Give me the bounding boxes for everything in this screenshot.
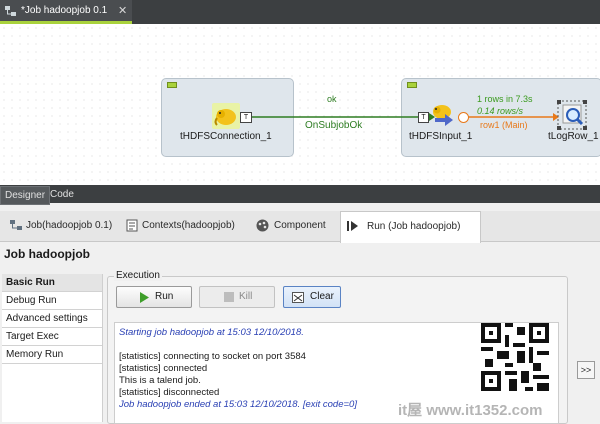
component-label: tHDFSInput_1 — [409, 131, 473, 142]
run-mode-menu: Basic Run Debug Run Advanced settings Ta… — [2, 274, 103, 422]
hadoop-elephant-icon — [212, 103, 240, 129]
tlogrow-component[interactable] — [557, 100, 587, 130]
row-stats-rate: 0.14 rows/s — [477, 106, 524, 116]
console-line: [statistics] connected — [119, 363, 208, 374]
designer-code-tabbar: Designer Code — [0, 185, 600, 205]
editor-tab-job[interactable]: *Job hadoopjob 0.1 ✕ — [0, 0, 132, 24]
tab-component[interactable]: Component — [254, 211, 326, 241]
tab-contexts[interactable]: Contexts(hadoopjob) — [124, 211, 235, 241]
trigger-port-icon[interactable]: T — [240, 112, 252, 123]
menu-item-basic-run[interactable]: Basic Run — [2, 274, 102, 292]
clear-console-icon — [292, 292, 304, 303]
trigger-port-icon[interactable]: T — [418, 112, 429, 123]
menu-item-debug-run[interactable]: Debug Run — [2, 292, 102, 310]
tab-label: Contexts(hadoopjob) — [142, 220, 235, 231]
tab-code[interactable]: Code — [46, 186, 78, 203]
component-label: tLogRow_1 — [548, 131, 599, 142]
editor-tab-bar: *Job hadoopjob 0.1 ✕ — [0, 0, 600, 24]
tab-run[interactable]: Run (Job hadoopjob) — [340, 211, 482, 243]
console-line: This is a talend job. — [119, 375, 201, 386]
editor-tab-title: *Job hadoopjob 0.1 — [21, 5, 108, 16]
site-watermark: it屋 www.it1352.com — [398, 402, 543, 419]
kill-button[interactable]: Kill — [199, 286, 275, 308]
trigger-label: ok — [327, 94, 337, 104]
thdfsinput-component[interactable]: T — [418, 102, 469, 130]
thdfsconnection-component[interactable]: T — [212, 103, 252, 129]
row-port-icon[interactable] — [458, 112, 469, 123]
qr-code-icon — [481, 323, 549, 391]
design-canvas[interactable]: T tHDFSConnection_1 T tHDFSInput_1 tLogR… — [0, 24, 600, 185]
kill-button-label: Kill — [239, 291, 253, 302]
tab-designer[interactable]: Designer — [0, 186, 51, 205]
run-view-title: Job hadoopjob — [4, 247, 90, 261]
run-button-label: Run — [155, 291, 174, 302]
hadoop-input-icon — [433, 105, 453, 126]
close-icon[interactable]: ✕ — [118, 4, 127, 17]
trigger-name[interactable]: OnSubjobOk — [305, 120, 362, 131]
job-icon — [10, 220, 22, 230]
contexts-icon — [126, 219, 138, 232]
clear-button[interactable]: Clear — [283, 286, 341, 308]
magnifier-icon — [557, 100, 587, 130]
row-stats-rows: 1 rows in 7.3s — [477, 94, 533, 104]
console-line: [statistics] disconnected — [119, 387, 220, 398]
console-line: [statistics] connecting to socket on por… — [119, 351, 306, 362]
tab-label: Job(hadoopjob 0.1) — [26, 220, 113, 231]
clear-button-label: Clear — [310, 291, 334, 302]
component-icon — [256, 219, 269, 232]
run-button[interactable]: Run — [116, 286, 192, 308]
component-label: tHDFSConnection_1 — [180, 131, 272, 142]
views-tabbar: Job(hadoopjob 0.1) Contexts(hadoopjob) C… — [0, 211, 600, 243]
menu-item-target-exec[interactable]: Target Exec — [2, 328, 102, 346]
console-line: Job hadoopjob ended at 15:03 12/10/2018.… — [119, 399, 357, 410]
console-line: Starting job hadoopjob at 15:03 12/10/20… — [119, 327, 304, 338]
connection-lines — [246, 113, 559, 121]
stop-icon — [224, 292, 234, 302]
play-icon — [140, 292, 149, 303]
row-name[interactable]: row1 (Main) — [480, 120, 528, 130]
menu-item-advanced-settings[interactable]: Advanced settings — [2, 310, 102, 328]
job-editor-icon — [5, 6, 16, 16]
tab-job[interactable]: Job(hadoopjob 0.1) — [8, 211, 112, 241]
menu-item-memory-run[interactable]: Memory Run — [2, 346, 102, 364]
execution-label: Execution — [114, 270, 162, 281]
scroll-right-button[interactable]: >> — [577, 361, 595, 379]
tab-label: Run (Job hadoopjob) — [367, 221, 461, 232]
tab-label: Component — [274, 220, 326, 231]
run-view-icon — [347, 221, 358, 231]
